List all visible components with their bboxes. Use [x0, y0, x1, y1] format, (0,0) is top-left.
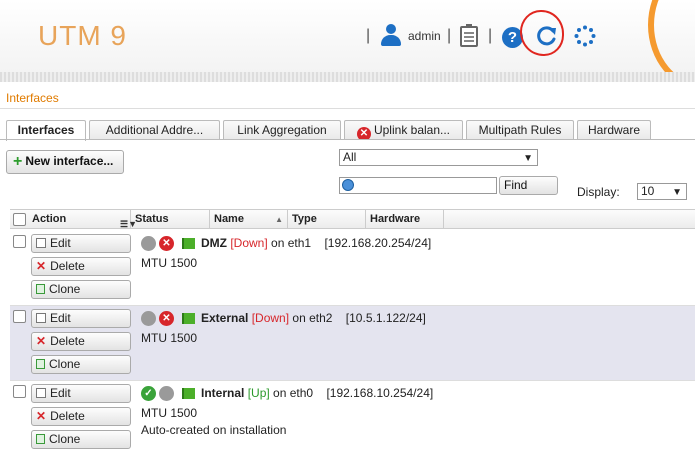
table-row: Edit ✕ Delete Clone ✓ Internal [Up] on et…: [10, 381, 695, 458]
separator: |: [488, 27, 493, 44]
status-error-icon[interactable]: ✕: [159, 311, 174, 326]
display-label: Display:: [577, 185, 620, 199]
tab-additional-addresses[interactable]: Additional Addre...: [89, 120, 220, 140]
status-grey-icon: [141, 311, 156, 326]
table-header: Action ☰▼ Status Name ▲ Type Hardware: [10, 209, 695, 229]
edit-button[interactable]: Edit: [31, 309, 131, 328]
user-name[interactable]: admin: [408, 29, 441, 43]
app-header: UTM 9 | admin | | ?: [0, 0, 695, 72]
clone-icon: [36, 284, 45, 294]
interface-summary: Internal [Up] on eth0 [192.168.10.254/24…: [201, 386, 434, 400]
user-icon[interactable]: [380, 24, 402, 46]
filter-select[interactable]: All ▼: [339, 149, 538, 166]
separator: |: [366, 27, 371, 44]
column-name[interactable]: Name ▲: [210, 210, 288, 229]
new-interface-button[interactable]: + New interface...: [6, 150, 124, 174]
chevron-down-icon: ▼: [672, 187, 682, 198]
brand-logo: UTM 9: [38, 20, 127, 51]
mtu-text: MTU 1500: [141, 406, 198, 420]
chevron-down-icon: ▼: [523, 153, 533, 164]
delete-button[interactable]: ✕ Delete: [31, 332, 131, 351]
status-grey-icon: [159, 386, 174, 401]
edit-button[interactable]: Edit: [31, 384, 131, 403]
header-divider: [0, 72, 695, 82]
tab-hardware[interactable]: Hardware: [577, 120, 651, 140]
column-type[interactable]: Type: [288, 210, 366, 229]
tab-link-aggregation[interactable]: Link Aggregation: [223, 120, 341, 140]
tabs-divider: [0, 139, 695, 140]
column-hardware[interactable]: Hardware: [366, 210, 444, 229]
sort-up-icon: ▲: [275, 215, 283, 224]
clone-button[interactable]: Clone: [31, 280, 131, 299]
title-divider: [0, 108, 695, 109]
tab-multipath-rules[interactable]: Multipath Rules: [466, 120, 574, 140]
comment-text: Auto-created on installation: [141, 423, 287, 437]
plus-icon: +: [13, 153, 23, 170]
row-checkbox[interactable]: [13, 385, 26, 398]
search-input[interactable]: [339, 177, 497, 194]
clone-button[interactable]: Clone: [31, 430, 131, 449]
interface-summary: DMZ [Down] on eth1 [192.168.20.254/24]: [201, 236, 432, 250]
mtu-text: MTU 1500: [141, 256, 198, 270]
flag-icon: [182, 313, 195, 324]
table-row: Edit ✕ Delete Clone ✕ DMZ [Down] on eth1 …: [10, 231, 695, 306]
table-row: Edit ✕ Delete Clone ✕ External [Down] on …: [10, 306, 695, 381]
tab-interfaces[interactable]: Interfaces: [6, 120, 86, 141]
column-action[interactable]: Action ☰▼: [28, 210, 137, 229]
row-checkbox[interactable]: [13, 310, 26, 323]
delete-icon: ✕: [36, 409, 47, 423]
delete-icon: ✕: [36, 259, 47, 273]
edit-icon: [36, 313, 46, 323]
clipboard-icon[interactable]: [460, 24, 478, 47]
interface-summary: External [Down] on eth2 [10.5.1.122/24]: [201, 311, 426, 325]
edit-icon: [36, 238, 46, 248]
tab-uplink-balancing[interactable]: ✕ Uplink balan...: [344, 120, 463, 140]
delete-button[interactable]: ✕ Delete: [31, 257, 131, 276]
clone-icon: [36, 434, 45, 444]
search-icon: [342, 179, 354, 191]
mtu-text: MTU 1500: [141, 331, 198, 345]
separator: |: [447, 27, 452, 44]
flag-icon: [182, 238, 195, 249]
delete-icon: ✕: [36, 334, 47, 348]
row-checkbox[interactable]: [13, 235, 26, 248]
refresh-icon[interactable]: [536, 25, 558, 47]
clone-button[interactable]: Clone: [31, 355, 131, 374]
spinner-icon: [574, 25, 596, 47]
status-error-icon[interactable]: ✕: [159, 236, 174, 251]
status-ok-icon[interactable]: ✓: [141, 386, 156, 401]
clone-icon: [36, 359, 45, 369]
find-button[interactable]: Find: [499, 176, 558, 195]
edit-icon: [36, 388, 46, 398]
brand-arc-decoration: [648, 0, 695, 72]
page-title: Interfaces: [6, 91, 59, 105]
column-status[interactable]: Status: [131, 210, 210, 229]
status-grey-icon: [141, 236, 156, 251]
edit-button[interactable]: Edit: [31, 234, 131, 253]
select-all-checkbox[interactable]: [13, 213, 26, 226]
flag-icon: [182, 388, 195, 399]
display-count-select[interactable]: 10 ▼: [637, 183, 687, 200]
delete-button[interactable]: ✕ Delete: [31, 407, 131, 426]
